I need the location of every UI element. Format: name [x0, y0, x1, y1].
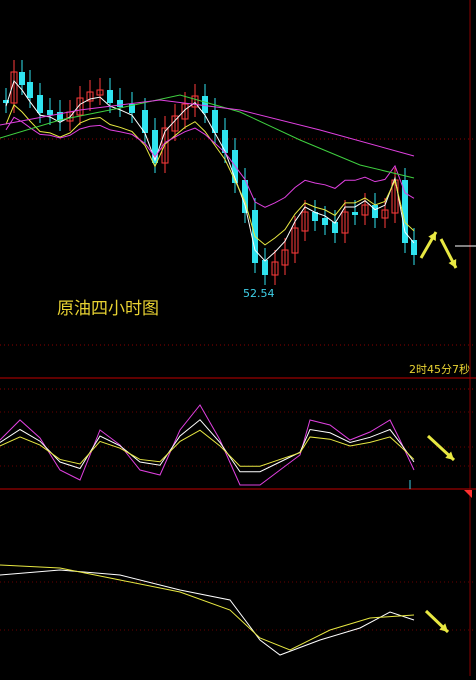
oscillator-line-1	[0, 404, 415, 486]
candle-body	[322, 218, 328, 225]
low-price-label: 52.54	[243, 287, 275, 300]
chart-canvas: 原油四小时图 2时45分7秒 52.54	[0, 0, 476, 676]
candle-body	[107, 90, 113, 103]
macd-dif-line	[0, 569, 415, 656]
chart-caption: 原油四小时图	[57, 299, 159, 319]
candle-body	[262, 260, 268, 275]
oscillator-line-3	[0, 429, 415, 467]
candle-body	[27, 82, 33, 98]
ma-line-mid	[5, 104, 415, 246]
candle-body	[152, 130, 158, 163]
countdown-timer: 2时45分7秒	[409, 363, 470, 376]
chart-svg	[0, 0, 476, 676]
macd-dea-line	[0, 564, 415, 651]
candle-body	[47, 110, 53, 115]
candle-body	[202, 96, 208, 113]
candle-body	[402, 180, 408, 243]
marker-triangle	[464, 490, 472, 498]
candle-body	[19, 72, 25, 85]
candle-body	[222, 130, 228, 153]
candle-body	[37, 95, 43, 113]
ma-line-fast	[5, 79, 415, 262]
candle-body	[352, 212, 358, 215]
candle-body	[117, 100, 123, 107]
candle-body	[372, 205, 378, 218]
